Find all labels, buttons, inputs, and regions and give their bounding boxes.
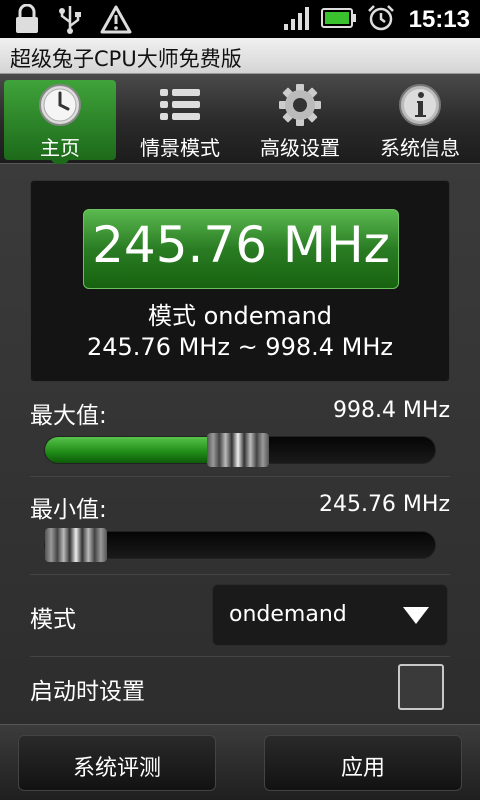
tab-system-info[interactable]: 系统信息	[364, 80, 476, 160]
mode-dropdown[interactable]: ondemand	[212, 584, 448, 646]
max-label: 最大值:	[30, 403, 107, 429]
min-slider-thumb[interactable]	[45, 528, 107, 562]
current-frequency-display: 245.76 MHz	[83, 209, 399, 289]
title-bar: 超级兔子CPU大师免费版	[0, 38, 480, 74]
tab-scenarios[interactable]: 情景模式	[124, 80, 236, 160]
max-slider-thumb[interactable]	[207, 433, 269, 467]
battery-icon	[320, 6, 357, 34]
tab-system-info-label: 系统信息	[380, 136, 460, 160]
benchmark-button[interactable]: 系统评测	[18, 735, 216, 791]
signal-icon	[283, 4, 311, 36]
divider	[30, 476, 450, 477]
min-label: 最小值:	[30, 497, 107, 523]
warning-icon	[100, 4, 132, 38]
apply-button[interactable]: 应用	[264, 735, 462, 791]
mode-label: 模式	[30, 607, 76, 633]
bottom-action-bar: 系统评测 应用	[0, 724, 480, 800]
mode-dropdown-value: ondemand	[229, 602, 347, 627]
min-frequency-slider[interactable]	[44, 528, 436, 562]
tab-scenarios-label: 情景模式	[140, 136, 220, 160]
cpu-info-panel: 245.76 MHz 模式 ondemand 245.76 MHz ~ 998.…	[30, 180, 450, 382]
boot-setting-label: 启动时设置	[30, 679, 145, 705]
max-frequency-slider[interactable]	[44, 433, 436, 467]
current-mode-text: 模式 ondemand	[147, 302, 333, 330]
min-value: 245.76 MHz	[318, 492, 450, 517]
current-frequency: 245.76 MHz	[92, 216, 390, 274]
tab-bar: 主页 情景模式 高级设置 系统信息	[0, 74, 480, 169]
tab-home-label: 主页	[40, 136, 80, 160]
chevron-down-icon	[403, 607, 429, 624]
tab-advanced-label: 高级设置	[260, 136, 340, 160]
lock-icon	[14, 3, 40, 38]
alarm-icon	[367, 4, 395, 36]
app-title: 超级兔子CPU大师免费版	[10, 47, 242, 71]
apply-button-label: 应用	[340, 756, 385, 781]
tab-home[interactable]: 主页	[4, 80, 116, 169]
main-content: 245.76 MHz 模式 ondemand 245.76 MHz ~ 998.…	[0, 164, 480, 724]
frequency-range-text: 245.76 MHz ~ 998.4 MHz	[86, 333, 393, 361]
list-icon	[158, 83, 202, 127]
boot-setting-checkbox[interactable]	[398, 664, 444, 710]
max-value: 998.4 MHz	[332, 398, 450, 423]
benchmark-button-label: 系统评测	[72, 756, 161, 781]
divider	[30, 574, 450, 575]
clock-time: 15:13	[408, 6, 470, 33]
usb-icon	[58, 4, 82, 38]
info-icon	[398, 83, 442, 127]
clock-icon	[38, 83, 82, 127]
gear-icon	[278, 83, 322, 127]
status-bar: 15:13	[0, 0, 480, 38]
divider	[30, 656, 450, 657]
tab-advanced[interactable]: 高级设置	[244, 80, 356, 160]
